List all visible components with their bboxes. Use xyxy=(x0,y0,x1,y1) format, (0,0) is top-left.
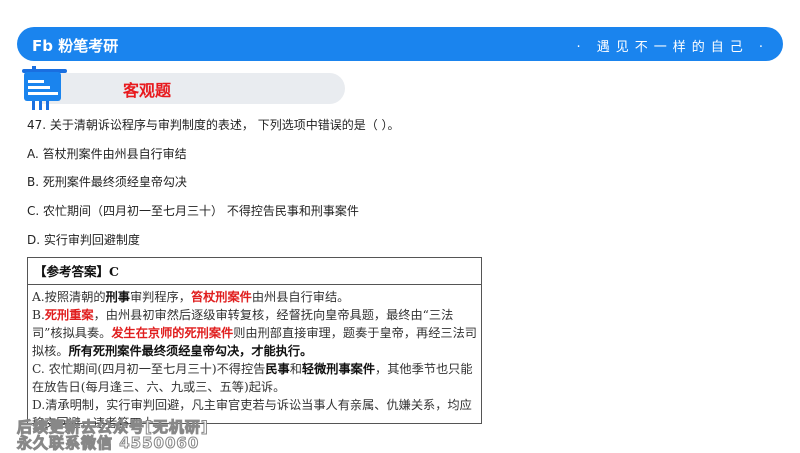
option-b: B. 死刑案件最终须经皇帝勾决 xyxy=(27,175,187,189)
bold-text: 轻微刑事案件 xyxy=(301,362,376,376)
header-banner: Fb 粉笔考研 · 遇见不一样的自己 · xyxy=(17,27,783,61)
section-title: 客观题 xyxy=(123,81,172,100)
answer-heading: 【参考答案】C xyxy=(28,258,481,285)
option-a: A. 笞杖刑案件由州县自行审结 xyxy=(27,147,187,161)
question-stem: 47. 关于清朝诉讼程序与审判制度的表述， 下列选项中错误的是（ ）。 xyxy=(27,118,400,132)
option-d: D. 实行审判回避制度 xyxy=(27,233,140,247)
section-bar xyxy=(40,73,345,104)
bold-text: 民事 xyxy=(265,362,290,376)
bold-text: 刑事 xyxy=(105,290,130,304)
option-c: C. 农忙期间（四月初一至七月三十） 不得控告民事和刑事案件 xyxy=(27,204,359,218)
explanation-paragraph: B.死刑重案，由州县初审然后逐级审转复核，经督抚向皇帝具题，最终由“三法司”核拟… xyxy=(32,306,477,360)
text: 由州县自行审结。 xyxy=(251,290,350,304)
text: B. xyxy=(32,308,45,322)
logo-text: 粉笔考研 xyxy=(58,37,119,55)
slogan: · 遇见不一样的自己 · xyxy=(576,40,769,55)
highlight-text: 发生在京师的死刑案件 xyxy=(111,326,234,340)
text: 和 xyxy=(289,362,302,376)
highlight-text: 死刑重案 xyxy=(44,308,94,322)
explanation-paragraph: A.按照清朝的刑事审判程序，笞杖刑案件由州县自行审结。 xyxy=(32,288,477,306)
logo: Fb 粉笔考研 xyxy=(32,35,118,56)
logo-mark: Fb xyxy=(32,37,53,55)
answer-explanation: A.按照清朝的刑事审判程序，笞杖刑案件由州县自行审结。 B.死刑重案，由州县初审然… xyxy=(28,285,481,432)
highlight-text: 笞杖刑案件 xyxy=(190,290,252,304)
presentation-board-icon xyxy=(22,66,67,110)
explanation-paragraph: C. 农忙期间(四月初一至七月三十)不得控告民事和轻微刑事案件，其他季节也只能在… xyxy=(32,360,477,396)
text: C. 农忙期间(四月初一至七月三十)不得控告 xyxy=(32,362,266,376)
text: 审判程序， xyxy=(130,290,191,304)
answer-box: 【参考答案】C A.按照清朝的刑事审判程序，笞杖刑案件由州县自行审结。 B.死刑重… xyxy=(27,257,482,430)
bold-text: 所有死刑案件最终须经皇帝勾决，才能执行。 xyxy=(68,344,313,358)
text: A.按照清朝的 xyxy=(32,290,106,304)
